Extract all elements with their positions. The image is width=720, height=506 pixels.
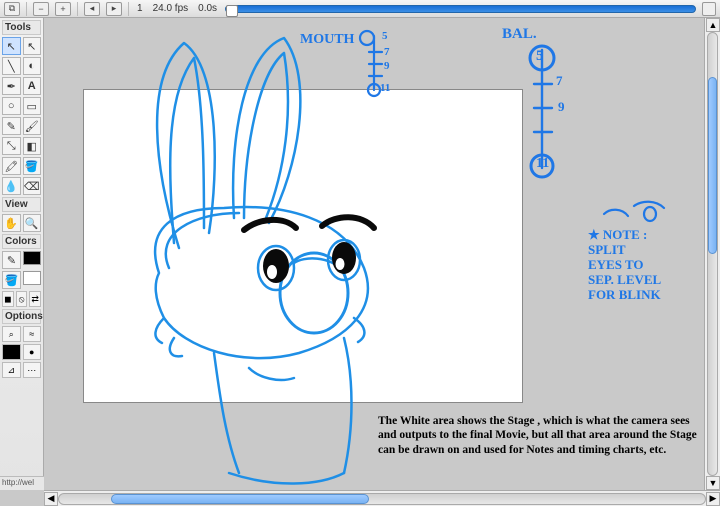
stroke-swatch-tool[interactable]: ✎ bbox=[2, 251, 21, 269]
anno-mouth-label: MOUTH bbox=[300, 32, 354, 48]
stage-caption: The White area shows the Stage , which i… bbox=[378, 414, 698, 457]
scroll-left-button[interactable]: ◀ bbox=[44, 492, 58, 506]
timeline-toolbar: ⧉ − + ◂ ▸ 1 24.0 fps 0.0s bbox=[0, 0, 720, 18]
eyedropper-icon: 💧 bbox=[4, 180, 18, 193]
option-straighten[interactable]: ⊿ bbox=[2, 362, 21, 378]
colors-header: Colors bbox=[2, 234, 41, 249]
option-brush-shape[interactable]: ● bbox=[23, 344, 42, 360]
eyedropper-tool[interactable]: 💧 bbox=[2, 177, 21, 195]
tools-header: Tools bbox=[2, 20, 41, 35]
view-header: View bbox=[2, 197, 41, 212]
status-url: http://wel bbox=[0, 476, 44, 490]
anno-bal-mark-7: 7 bbox=[556, 74, 563, 89]
anno-bal-mark-11: 11 bbox=[536, 156, 549, 172]
subselection-tool[interactable]: ↖ bbox=[23, 37, 42, 55]
none-icon: ⦸ bbox=[19, 294, 25, 305]
hand-tool[interactable]: ✋ bbox=[2, 214, 21, 232]
pencil-mini-icon: ✎ bbox=[7, 254, 16, 267]
zoom-in-button[interactable]: + bbox=[55, 2, 71, 16]
arrow-icon: ↖ bbox=[7, 40, 16, 53]
swap-icon: ⇄ bbox=[31, 294, 39, 305]
scroll-up-button[interactable]: ▲ bbox=[706, 18, 720, 32]
timeline-scrubber[interactable] bbox=[225, 5, 696, 13]
stage[interactable] bbox=[84, 90, 522, 402]
horizontal-scrollbar[interactable]: ◀ ▶ bbox=[44, 490, 720, 506]
anno-bal-label: BAL. bbox=[502, 26, 537, 43]
stage-workspace[interactable]: MOUTH 5 7 9 11 BAL. 5 7 9 11 ★ NOTE : SP… bbox=[44, 18, 720, 490]
eraser-tool[interactable]: ⌫ bbox=[23, 177, 42, 195]
transform-icon: ⤡ bbox=[7, 140, 16, 153]
selection-tool[interactable]: ↖ bbox=[2, 37, 21, 55]
default-colors-button[interactable]: ◼ bbox=[2, 291, 14, 307]
anno-note: ★ NOTE : SPLIT EYES TO SEP. LEVEL FOR BL… bbox=[588, 228, 661, 303]
no-color-button[interactable]: ⦸ bbox=[16, 291, 28, 307]
timeline-end-button[interactable] bbox=[702, 2, 716, 16]
swap-colors-button[interactable]: ⇄ bbox=[29, 291, 41, 307]
zoom-tool[interactable]: 🔍 bbox=[23, 214, 42, 232]
eraser-icon: ⌫ bbox=[24, 180, 40, 193]
option-misc[interactable]: ⋯ bbox=[23, 362, 42, 378]
vscroll-track[interactable] bbox=[707, 32, 718, 476]
brush-icon: 🖌 bbox=[25, 120, 39, 133]
lasso-icon: ◐ bbox=[28, 60, 35, 72]
fill-transform-tool[interactable]: ◧ bbox=[23, 137, 42, 155]
vscroll-thumb[interactable] bbox=[708, 77, 717, 254]
lasso-tool[interactable]: ◐ bbox=[23, 57, 42, 75]
anno-mouth-mark-7: 7 bbox=[384, 46, 390, 59]
text-icon: A bbox=[28, 80, 36, 92]
bucket-icon: 🪣 bbox=[25, 160, 39, 173]
subselect-icon: ↖ bbox=[27, 40, 36, 53]
toolbar-divider bbox=[26, 2, 27, 16]
black-white-icon: ◼ bbox=[4, 294, 11, 305]
ink-icon: 🖍 bbox=[4, 160, 18, 173]
oval-tool[interactable]: ○ bbox=[2, 97, 21, 115]
zoom-icon: 🔍 bbox=[25, 217, 39, 230]
pencil-tool[interactable]: ✎ bbox=[2, 117, 21, 135]
anno-mouth-mark-5: 5 bbox=[382, 30, 388, 43]
free-transform-tool[interactable]: ⤡ bbox=[2, 137, 21, 155]
rect-icon: ▭ bbox=[27, 100, 37, 113]
zoom-out-button[interactable]: − bbox=[33, 2, 49, 16]
fill-swatch-tool[interactable]: 🪣 bbox=[2, 271, 21, 289]
rectangle-tool[interactable]: ▭ bbox=[23, 97, 42, 115]
pen-tool[interactable]: ✒ bbox=[2, 77, 21, 95]
anno-mouth-mark-9: 9 bbox=[384, 60, 390, 73]
prev-keyframe-button[interactable]: ◂ bbox=[84, 2, 100, 16]
pen-icon: ✒ bbox=[7, 80, 16, 93]
anno-bal-mark-5: 5 bbox=[536, 48, 544, 65]
scroll-down-button[interactable]: ▼ bbox=[706, 476, 720, 490]
current-frame: 1 bbox=[135, 3, 145, 14]
anno-bal-mark-9: 9 bbox=[558, 100, 565, 115]
paint-bucket-tool[interactable]: 🪣 bbox=[23, 157, 42, 175]
fps-readout: 24.0 fps bbox=[151, 3, 191, 14]
pencil-icon: ✎ bbox=[7, 120, 16, 133]
hscroll-thumb[interactable] bbox=[111, 494, 369, 504]
option-brush-size[interactable] bbox=[2, 344, 21, 360]
next-keyframe-button[interactable]: ▸ bbox=[106, 2, 122, 16]
ink-bottle-tool[interactable]: 🖍 bbox=[2, 157, 21, 175]
brush-tool[interactable]: 🖌 bbox=[23, 117, 42, 135]
text-tool[interactable]: A bbox=[23, 77, 42, 95]
edit-scene-button[interactable]: ⧉ bbox=[4, 2, 20, 16]
anno-mouth-mark-11: 11 bbox=[380, 82, 390, 95]
bucket-mini-icon: 🪣 bbox=[5, 274, 19, 287]
stroke-color-swatch[interactable] bbox=[23, 251, 41, 265]
elapsed-readout: 0.0s bbox=[196, 3, 219, 14]
toolbar-divider bbox=[128, 2, 129, 16]
hscroll-track[interactable] bbox=[58, 493, 706, 505]
scroll-right-button[interactable]: ▶ bbox=[706, 492, 720, 506]
vertical-scrollbar[interactable]: ▲ ▼ bbox=[704, 18, 720, 490]
options-header: Options bbox=[2, 309, 41, 324]
hand-icon: ✋ bbox=[4, 217, 18, 230]
tools-panel: Tools ↖ ↖ ╲ ◐ ✒ A ○ ▭ ✎ 🖌 ⤡ ◧ 🖍 🪣 💧 ⌫ Vi… bbox=[0, 18, 44, 490]
option-smooth[interactable]: ≈ bbox=[23, 326, 42, 342]
toolbar-divider bbox=[77, 2, 78, 16]
option-snap[interactable]: ⌕ bbox=[2, 326, 21, 342]
line-tool[interactable]: ╲ bbox=[2, 57, 21, 75]
line-icon: ╲ bbox=[8, 60, 15, 73]
oval-icon: ○ bbox=[8, 100, 15, 112]
fill-transform-icon: ◧ bbox=[27, 140, 37, 153]
fill-color-swatch[interactable] bbox=[23, 271, 41, 285]
